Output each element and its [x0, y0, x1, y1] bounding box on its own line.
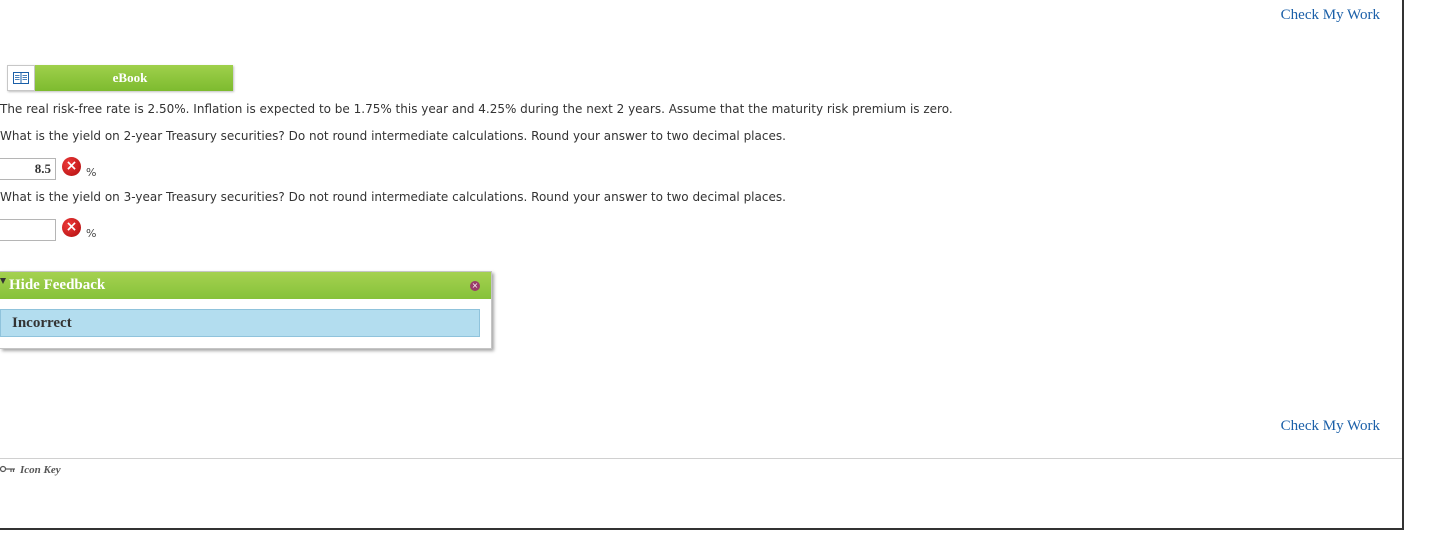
question-2-answer-input[interactable]	[0, 219, 56, 241]
check-my-work-link-top[interactable]: Check My Work	[1281, 7, 1380, 24]
icon-key-link[interactable]: Icon Key	[0, 464, 61, 476]
question-2-answer-row: × %	[0, 217, 96, 243]
question-1-unit: %	[86, 165, 97, 179]
feedback-message: Incorrect	[12, 314, 72, 331]
close-icon[interactable]: ×	[470, 281, 480, 291]
problem-statement: The real risk-free rate is 2.50%. Inflat…	[0, 102, 953, 116]
question-1-answer-input[interactable]	[0, 158, 56, 180]
footer-divider	[0, 458, 1402, 459]
question-2-unit: %	[86, 226, 97, 240]
caret-down-icon	[0, 278, 6, 284]
icon-key-label: Icon Key	[20, 464, 61, 476]
assignment-frame: Check My Work eBook The real risk-free r…	[0, 0, 1404, 530]
feedback-panel: Hide Feedback × Incorrect	[0, 271, 492, 349]
feedback-message-box: Incorrect	[0, 309, 480, 337]
question-1-answer-row: × %	[0, 156, 96, 182]
check-my-work-link-bottom[interactable]: Check My Work	[1281, 418, 1380, 435]
incorrect-x-icon: ×	[62, 156, 81, 176]
feedback-title: Hide Feedback	[9, 277, 106, 293]
hide-feedback-toggle[interactable]: Hide Feedback ×	[0, 272, 491, 299]
book-icon	[7, 65, 35, 91]
incorrect-x-icon: ×	[62, 217, 81, 237]
question-2-text: What is the yield on 3-year Treasury sec…	[0, 190, 786, 204]
question-1-text: What is the yield on 2-year Treasury sec…	[0, 129, 786, 143]
ebook-button[interactable]: eBook	[7, 65, 233, 91]
key-icon	[0, 465, 16, 476]
ebook-label: eBook	[35, 65, 233, 91]
